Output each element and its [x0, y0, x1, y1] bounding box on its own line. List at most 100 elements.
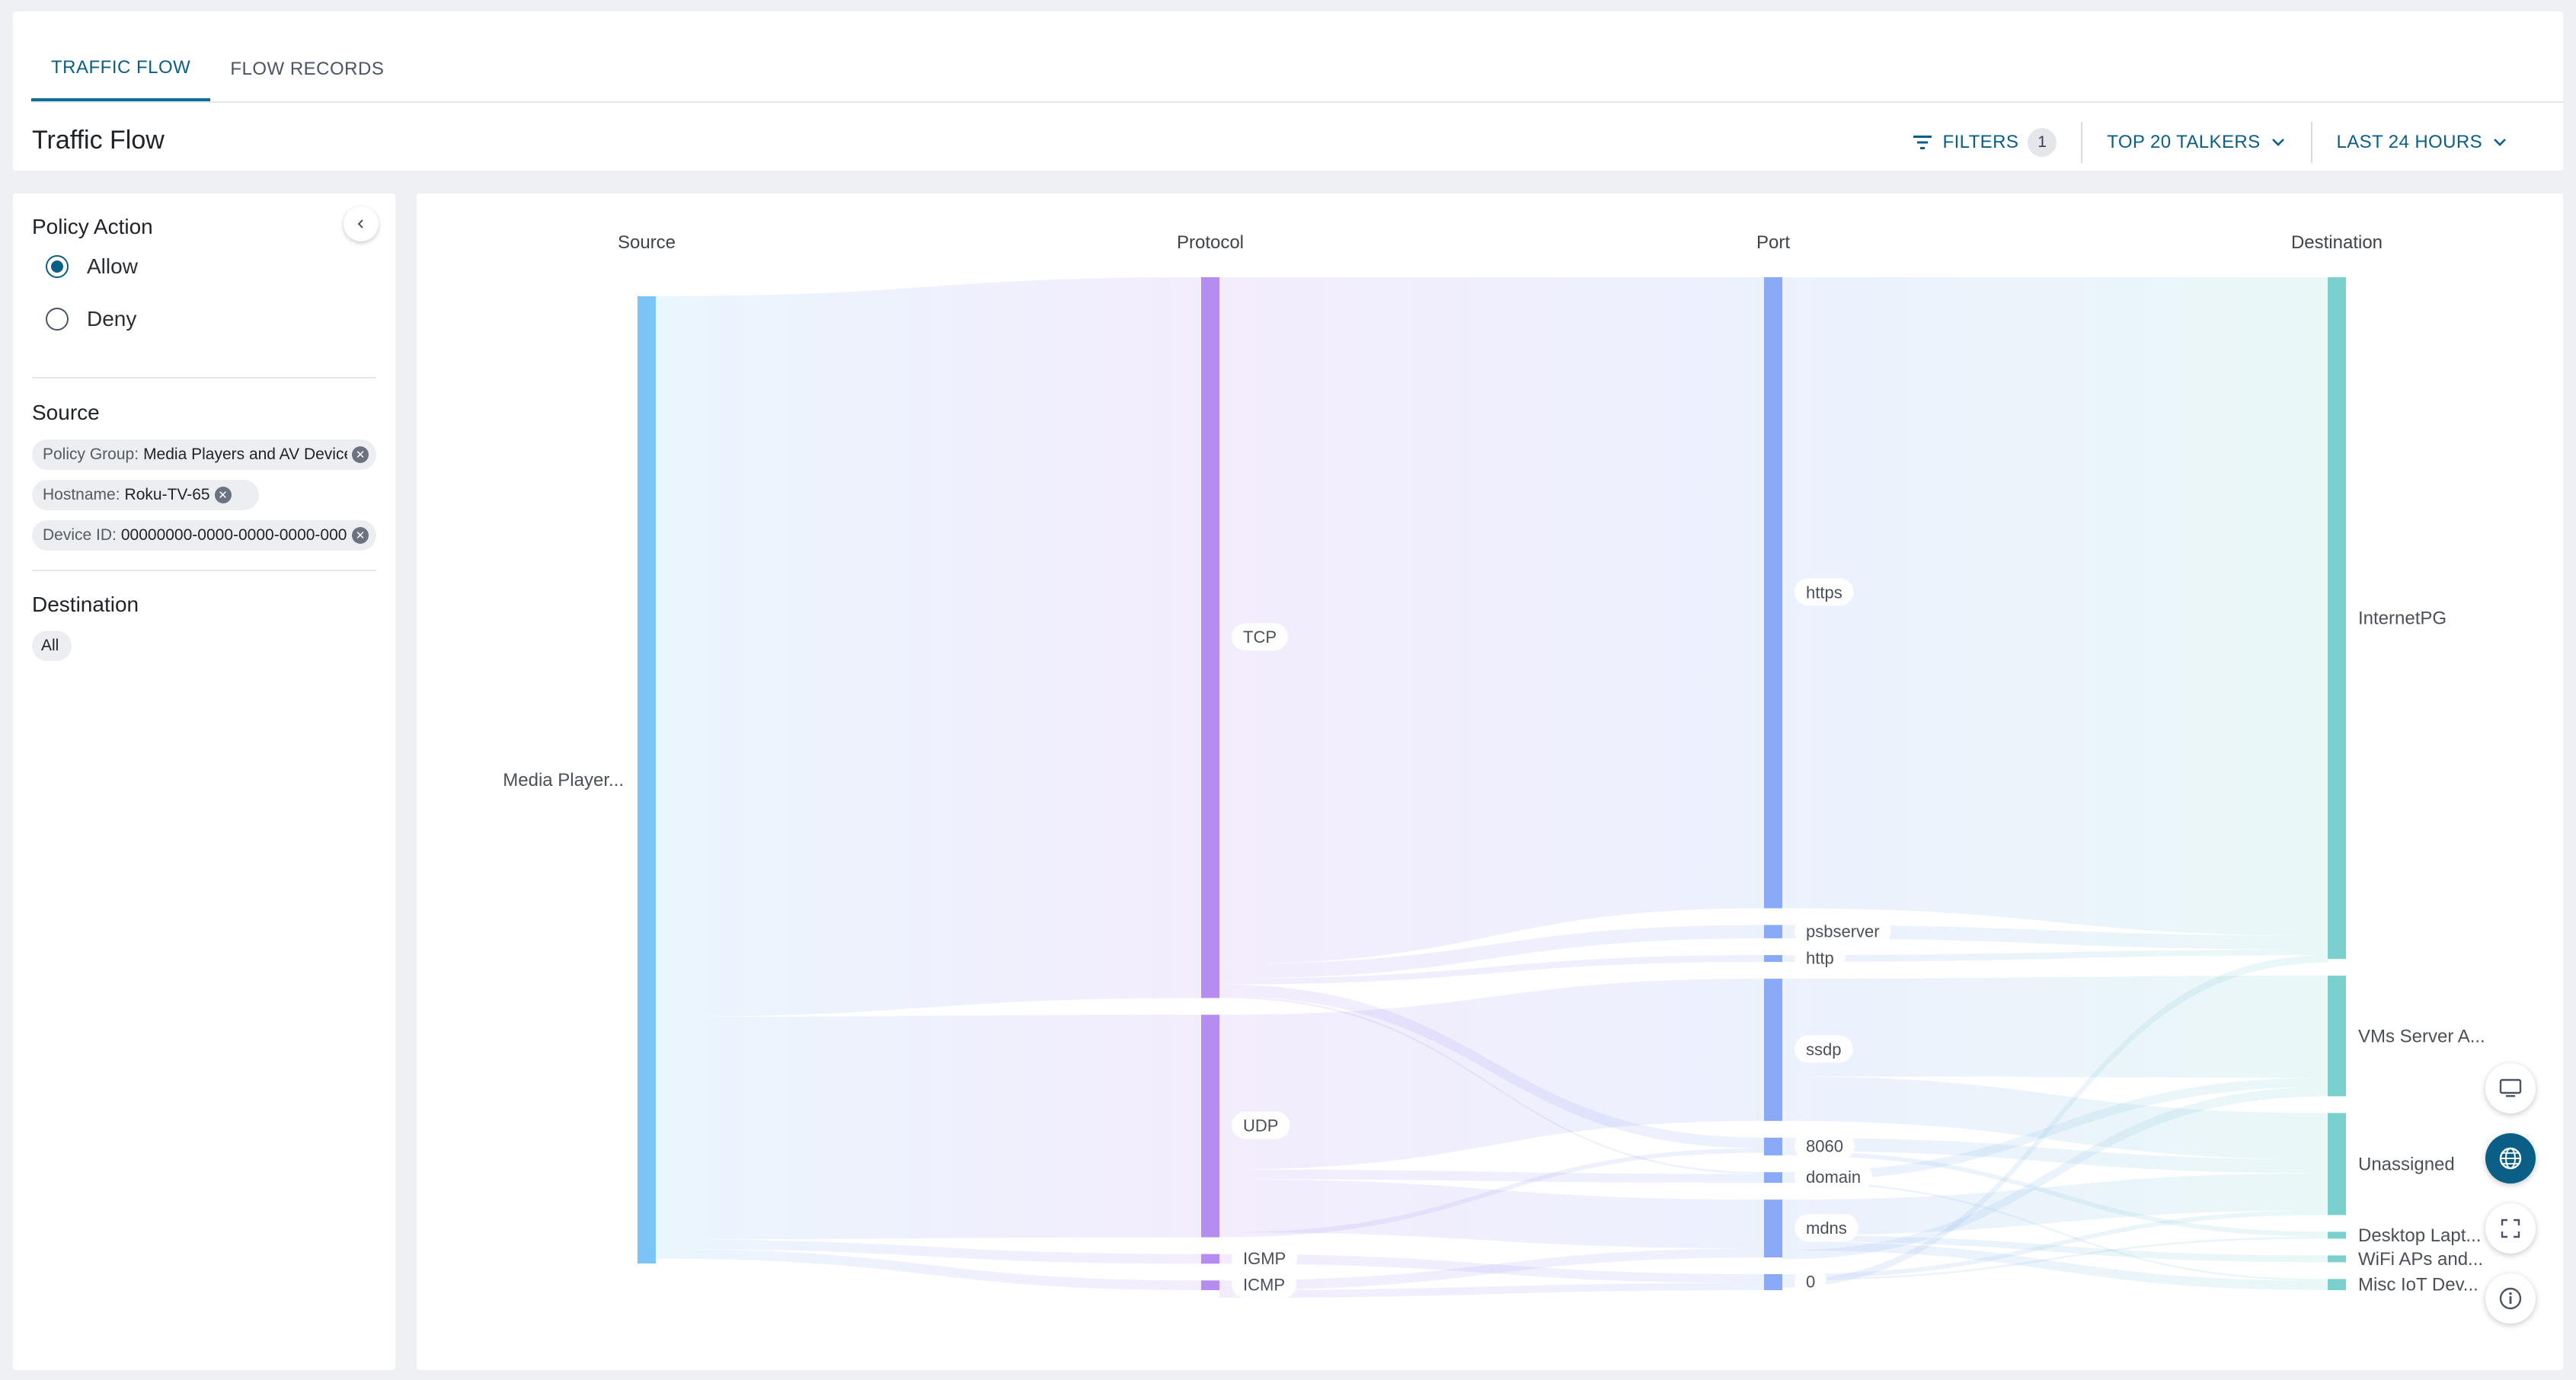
node-label: VMs Server A...: [2358, 1026, 2485, 1046]
node-label: http: [1806, 949, 1834, 968]
sankey-node-vms[interactable]: [2328, 976, 2346, 1097]
radio-allow[interactable]: Allow: [46, 254, 138, 279]
node-label: UDP: [1243, 1116, 1278, 1136]
sankey-node-zero[interactable]: [1764, 1273, 1782, 1290]
info-button[interactable]: [2485, 1273, 2536, 1324]
monitor-icon: [2499, 1078, 2522, 1097]
info-icon: [2499, 1287, 2522, 1310]
sankey-node-https[interactable]: [1764, 277, 1782, 909]
node-label: Unassigned: [2358, 1154, 2455, 1174]
sankey-node-misc[interactable]: [2328, 1279, 2346, 1290]
radio-deny-label: Deny: [87, 307, 137, 331]
source-chip-policy-group: Policy Group: Media Players and AV Devic…: [32, 439, 376, 470]
column-header: Protocol: [1177, 232, 1244, 253]
sankey-node-mdns[interactable]: [1764, 1200, 1782, 1257]
section-divider: [32, 377, 376, 379]
page-title: Traffic Flow: [32, 126, 165, 155]
filters-label: FILTERS: [1942, 132, 2019, 152]
tab-bar: TRAFFIC FLOW FLOW RECORDS: [31, 37, 404, 101]
sankey-node-desktop[interactable]: [2328, 1231, 2346, 1239]
expand-icon: [2501, 1219, 2520, 1238]
top-talkers-dropdown[interactable]: TOP 20 TALKERS: [2082, 120, 2310, 165]
column-header: Destination: [2291, 232, 2383, 253]
node-label: ssdp: [1806, 1040, 1841, 1059]
remove-chip-icon[interactable]: ✕: [352, 527, 369, 544]
monitor-view-button[interactable]: [2485, 1063, 2536, 1113]
node-label: 8060: [1806, 1136, 1843, 1155]
remove-chip-icon[interactable]: ✕: [352, 446, 369, 463]
sankey-node-unassigned[interactable]: [2328, 1113, 2346, 1215]
column-header: Port: [1756, 232, 1790, 253]
sankey-link[interactable]: [656, 277, 1201, 1017]
sankey-node-src[interactable]: [638, 296, 656, 1263]
sankey-link[interactable]: [1219, 1179, 1764, 1249]
time-range-label: LAST 24 HOURS: [2336, 132, 2482, 152]
node-label: TCP: [1243, 628, 1277, 647]
node-label: domain: [1806, 1168, 1861, 1187]
node-label: Desktop Lapt...: [2358, 1225, 2481, 1246]
sankey-links: [656, 277, 2328, 1299]
sankey-node-wifi[interactable]: [2328, 1255, 2346, 1263]
radio-deny[interactable]: Deny: [46, 307, 136, 331]
node-label: InternetPG: [2358, 609, 2447, 629]
tab-divider: [31, 101, 2563, 103]
filter-icon: [1913, 136, 1932, 149]
node-label: https: [1806, 583, 1843, 602]
source-chip-device-id: Device ID: 00000000-0000-0000-0000-00000…: [32, 520, 376, 551]
filter-sidebar: Policy Action Allow Deny Source Policy G…: [13, 193, 395, 1370]
sankey-chart: Source Protocol Port Destination Media Playe…: [503, 232, 2485, 1299]
sankey-link[interactable]: [1782, 949, 2328, 963]
sankey-node-http[interactable]: [1764, 955, 1782, 963]
header-controls: FILTERS 1 TOP 20 TALKERS LAST 24 HOURS: [1887, 120, 2533, 165]
sankey-node-p8060[interactable]: [1764, 1137, 1782, 1156]
node-label: 0: [1806, 1272, 1815, 1291]
node-label: mdns: [1806, 1219, 1847, 1238]
node-label: psbserver: [1806, 922, 1880, 941]
node-label: WiFi APs and...: [2358, 1249, 2483, 1270]
page: TRAFFIC FLOW FLOW RECORDS Traffic Flow F…: [0, 0, 2576, 1380]
node-label: Media Player...: [503, 770, 624, 791]
traffic-flow-chart-card: Source Protocol Port Destination Media Playe…: [417, 193, 2563, 1370]
tab-traffic-flow[interactable]: TRAFFIC FLOW: [31, 37, 211, 101]
sankey-node-icmp[interactable]: [1201, 1280, 1219, 1290]
globe-view-button[interactable]: [2485, 1133, 2536, 1184]
sankey-node-udp[interactable]: [1201, 1014, 1219, 1238]
filters-button[interactable]: FILTERS 1: [1887, 120, 2082, 165]
radio-allow-label: Allow: [87, 254, 138, 278]
node-label: ICMP: [1243, 1276, 1285, 1295]
sankey-link[interactable]: [656, 1014, 1201, 1240]
chevron-down-icon: [2271, 139, 2284, 146]
column-header: Source: [618, 232, 676, 253]
destination-chip-all: All: [32, 631, 72, 661]
collapse-sidebar-button[interactable]: [344, 206, 379, 241]
node-label: Misc IoT Dev...: [2358, 1275, 2479, 1295]
remove-chip-icon[interactable]: ✕: [214, 487, 232, 503]
source-chip-hostname: Hostname: Roku-TV-65 ✕: [32, 480, 259, 510]
tab-flow-records[interactable]: FLOW RECORDS: [210, 37, 404, 101]
sankey-node-igmp[interactable]: [1201, 1254, 1219, 1264]
sankey-node-internetpg[interactable]: [2328, 277, 2346, 960]
node-label: IGMP: [1243, 1249, 1286, 1268]
policy-action-title: Policy Action: [32, 215, 153, 238]
sankey-column-headers: Source Protocol Port Destination: [618, 232, 2383, 253]
sankey-node-ssdp[interactable]: [1764, 979, 1782, 1121]
filters-count-badge: 1: [2028, 128, 2057, 157]
globe-icon: [2499, 1147, 2522, 1170]
radio-deny-indicator[interactable]: [46, 308, 69, 331]
radio-allow-indicator[interactable]: [46, 255, 69, 278]
expand-button[interactable]: [2485, 1203, 2536, 1254]
header-card: TRAFFIC FLOW FLOW RECORDS Traffic Flow F…: [13, 11, 2563, 171]
destination-title: Destination: [32, 593, 139, 616]
top-talkers-label: TOP 20 TALKERS: [2107, 132, 2261, 152]
sankey-node-tcp[interactable]: [1201, 277, 1219, 998]
source-title: Source: [32, 401, 100, 424]
sankey-node-domain[interactable]: [1764, 1172, 1782, 1184]
time-range-dropdown[interactable]: LAST 24 HOURS: [2312, 120, 2533, 165]
sankey-link[interactable]: [1782, 976, 2328, 1078]
sankey-node-psbserver[interactable]: [1764, 925, 1782, 939]
section-divider: [32, 570, 376, 571]
sankey-link[interactable]: [1782, 277, 2328, 936]
sankey-link[interactable]: [1219, 277, 1764, 964]
chevron-left-icon: [357, 219, 363, 228]
chevron-down-icon: [2494, 139, 2506, 146]
